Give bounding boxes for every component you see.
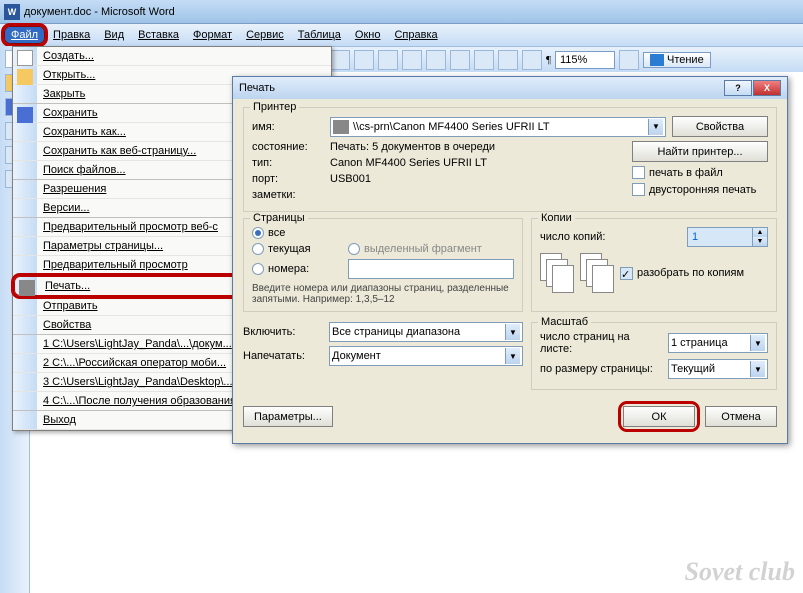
toolbar-button[interactable] (402, 50, 422, 70)
menu-insert[interactable]: Вставка (132, 27, 185, 43)
print-what-combo[interactable]: Документ▼ (329, 346, 523, 366)
titlebar: W документ.doc - Microsoft Word (0, 0, 803, 24)
duplex-checkbox[interactable]: двусторонняя печать (632, 183, 768, 196)
toolbar-button[interactable] (474, 50, 494, 70)
pages-all-radio[interactable]: все (252, 227, 514, 239)
spin-down-icon[interactable]: ▼ (753, 237, 767, 246)
name-label: имя: (252, 121, 324, 133)
printer-legend: Принтер (250, 101, 299, 113)
toolbar-button[interactable] (378, 50, 398, 70)
print-to-file-checkbox[interactable]: печать в файл (632, 166, 768, 179)
pages-hint: Введите номера или диапазоны страниц, ра… (252, 283, 514, 305)
menu-file[interactable]: Файл (4, 26, 45, 44)
toolbar-button[interactable] (426, 50, 446, 70)
scale-to-label: по размеру страницы: (540, 363, 662, 375)
watermark: Sovet club (685, 557, 796, 587)
menu-window[interactable]: Окно (349, 27, 387, 43)
toolbar-button[interactable] (450, 50, 470, 70)
help-button[interactable]: ? (724, 80, 752, 96)
new-icon (17, 50, 33, 66)
port-label: порт: (252, 173, 324, 185)
scale-to-combo[interactable]: Текущий▼ (668, 359, 768, 379)
state-value: Печать: 5 документов в очереди (330, 141, 495, 153)
pages-selection-radio: выделенный фрагмент (348, 243, 482, 255)
scale-group: Масштаб число страниц на листе: 1 страни… (531, 322, 777, 390)
pages-legend: Страницы (250, 212, 308, 224)
printer-name-combo[interactable]: \\cs-prn\Canon MF4400 Series UFRII LT ▼ (330, 117, 666, 137)
zoom-combo[interactable]: 115% (555, 51, 615, 69)
window-title: документ.doc - Microsoft Word (24, 6, 175, 18)
menu-format[interactable]: Формат (187, 27, 238, 43)
pages-numbers-radio[interactable]: номера: (252, 263, 342, 275)
chevron-down-icon: ▼ (648, 119, 663, 135)
type-label: тип: (252, 157, 324, 169)
copies-legend: Копии (538, 212, 575, 224)
spin-up-icon[interactable]: ▲ (753, 228, 767, 237)
properties-button[interactable]: Свойства (672, 116, 768, 137)
include-label: Включить: (243, 326, 323, 338)
reading-mode-button[interactable]: Чтение (643, 52, 711, 68)
dialog-title-text: Печать (239, 82, 275, 94)
save-icon (17, 107, 33, 123)
menu-edit[interactable]: Правка (47, 27, 96, 43)
chevron-down-icon: ▼ (505, 348, 520, 364)
toolbar-button[interactable] (619, 50, 639, 70)
menu-item-new[interactable]: Создать... (13, 47, 331, 66)
pages-group: Страницы все текущая выделенный фрагмент… (243, 218, 523, 312)
copies-group: Копии число копий: ▲▼ ✓разобрать по копи… (531, 218, 777, 312)
word-icon: W (4, 4, 20, 20)
pages-numbers-input[interactable] (348, 259, 514, 279)
notes-label: заметки: (252, 189, 324, 201)
menu-table[interactable]: Таблица (292, 27, 347, 43)
dialog-titlebar[interactable]: Печать ? X (233, 77, 787, 99)
options-button[interactable]: Параметры... (243, 406, 333, 427)
toolbar-button[interactable] (354, 50, 374, 70)
toolbar-button[interactable] (522, 50, 542, 70)
print-what-label: Напечатать: (243, 350, 323, 362)
pages-per-sheet-combo[interactable]: 1 страница▼ (668, 333, 768, 353)
pages-current-radio[interactable]: текущая (252, 243, 342, 255)
cancel-button[interactable]: Отмена (705, 406, 777, 427)
collate-preview-icon (540, 253, 574, 293)
zoom-value: 115% (560, 54, 587, 66)
chevron-down-icon: ▼ (505, 324, 520, 340)
toolbar-button[interactable] (498, 50, 518, 70)
menu-help[interactable]: Справка (388, 27, 443, 43)
state-label: состояние: (252, 141, 324, 153)
menu-tools[interactable]: Сервис (240, 27, 290, 43)
ok-button[interactable]: ОК (623, 406, 695, 427)
printer-icon (333, 120, 349, 134)
collate-checkbox[interactable]: ✓разобрать по копиям (620, 267, 744, 280)
scale-legend: Масштаб (538, 316, 591, 328)
toolbar-button[interactable] (330, 50, 350, 70)
printer-group: Принтер имя: \\cs-prn\Canon MF4400 Serie… (243, 107, 777, 212)
menu-view[interactable]: Вид (98, 27, 130, 43)
copies-value[interactable] (688, 228, 752, 246)
printer-icon (19, 280, 35, 296)
book-icon (650, 54, 664, 66)
copies-spinner[interactable]: ▲▼ (687, 227, 768, 247)
menubar: Файл Правка Вид Вставка Формат Сервис Та… (0, 24, 803, 46)
copies-label: число копий: (540, 231, 681, 243)
chevron-down-icon: ▼ (750, 335, 765, 351)
reading-label: Чтение (667, 54, 704, 66)
port-value: USB001 (330, 173, 371, 185)
print-dialog: Печать ? X Принтер имя: \\cs-prn\Canon M… (232, 76, 788, 444)
printer-name-value: \\cs-prn\Canon MF4400 Series UFRII LT (353, 121, 648, 133)
collate-preview-icon (580, 253, 614, 293)
find-printer-button[interactable]: Найти принтер... (632, 141, 768, 162)
chevron-down-icon: ▼ (750, 361, 765, 377)
close-button[interactable]: X (753, 80, 781, 96)
open-icon (17, 69, 33, 85)
type-value: Canon MF4400 Series UFRII LT (330, 157, 487, 169)
pages-per-sheet-label: число страниц на листе: (540, 331, 662, 355)
include-combo[interactable]: Все страницы диапазона▼ (329, 322, 523, 342)
